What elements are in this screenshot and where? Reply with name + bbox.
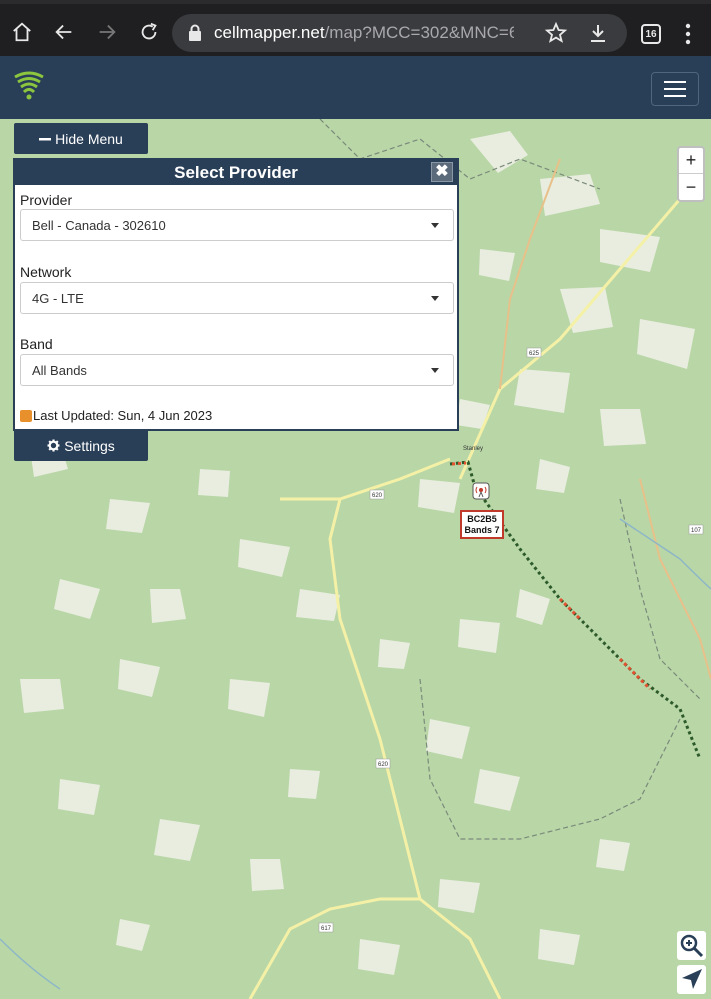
route-625-shield: 625 (529, 351, 540, 357)
rss-icon[interactable] (20, 409, 32, 422)
zoom-in-button[interactable]: + (679, 148, 703, 174)
chevron-down-icon (431, 368, 439, 373)
back-icon[interactable] (46, 14, 82, 50)
hamburger-menu-button[interactable] (651, 72, 699, 106)
band-label: Band (20, 336, 53, 352)
url-text: cellmapper.net/map?MCC=302&MNC=610&typ (214, 23, 514, 43)
band-value: All Bands (32, 363, 87, 378)
provider-value: Bell - Canada - 302610 (32, 218, 166, 233)
hide-menu-label: Hide Menu (55, 130, 123, 147)
minus-icon (39, 137, 52, 140)
url-host: cellmapper.net (214, 23, 325, 42)
zoom-search-button[interactable] (677, 931, 706, 960)
network-label: Network (20, 264, 72, 280)
bookmark-star-icon[interactable] (544, 21, 568, 45)
cell-tower-icon[interactable] (472, 482, 490, 502)
tower-band-label[interactable]: BC2B5 Bands 7 (460, 510, 504, 539)
provider-label: Provider (20, 192, 73, 208)
last-updated-text: Last Updated: Sun, 4 Jun 2023 (33, 408, 213, 423)
route-107-shield: 107 (691, 528, 702, 534)
network-select[interactable]: 4G - LTE (20, 282, 454, 314)
route-617-shield: 617 (321, 926, 332, 932)
last-updated: Last Updated: Sun, 4 Jun 2023 (20, 408, 212, 423)
forward-icon[interactable] (89, 14, 125, 50)
settings-button[interactable]: Settings (14, 430, 148, 461)
address-bar[interactable]: cellmapper.net/map?MCC=302&MNC=610&typ (172, 14, 627, 52)
tower-band-line2: Bands 7 (464, 525, 500, 535)
gear-icon (47, 439, 60, 452)
panel-title: Select Provider (174, 163, 298, 182)
provider-select[interactable]: Bell - Canada - 302610 (20, 209, 454, 241)
chevron-down-icon (431, 223, 439, 228)
settings-label: Settings (64, 437, 115, 454)
reload-icon[interactable] (131, 14, 167, 50)
hide-menu-button[interactable]: Hide Menu (14, 123, 148, 154)
tab-switcher-button[interactable]: 16 (641, 24, 661, 44)
location-arrow-icon (682, 969, 702, 989)
browser-toolbar: cellmapper.net/map?MCC=302&MNC=610&typ 1… (0, 0, 711, 56)
route-620-shield-a: 620 (372, 493, 383, 499)
home-icon[interactable] (4, 14, 40, 50)
url-path: /map?MCC=302&MNC=610&typ (324, 23, 514, 42)
panel-close-button[interactable]: ✖ (431, 162, 453, 182)
download-icon[interactable] (586, 21, 610, 45)
zoom-out-button[interactable]: − (679, 174, 703, 200)
cellmapper-logo-icon[interactable] (12, 68, 46, 102)
town-label: Stanley (463, 446, 483, 452)
locate-button[interactable] (677, 965, 706, 994)
lock-icon (189, 24, 201, 41)
zoom-control: + − (677, 146, 705, 202)
select-provider-panel: Select Provider ✖ Provider Bell - Canada… (13, 158, 459, 431)
tower-band-line1: BC2B5 (467, 514, 497, 524)
magnifier-plus-icon (680, 934, 704, 958)
network-value: 4G - LTE (32, 291, 84, 306)
site-header (0, 56, 711, 119)
more-menu-icon[interactable] (676, 20, 700, 48)
panel-title-bar: Select Provider ✖ (15, 160, 457, 185)
band-select[interactable]: All Bands (20, 354, 454, 386)
route-620-shield-b: 620 (378, 762, 389, 768)
chevron-down-icon (431, 296, 439, 301)
